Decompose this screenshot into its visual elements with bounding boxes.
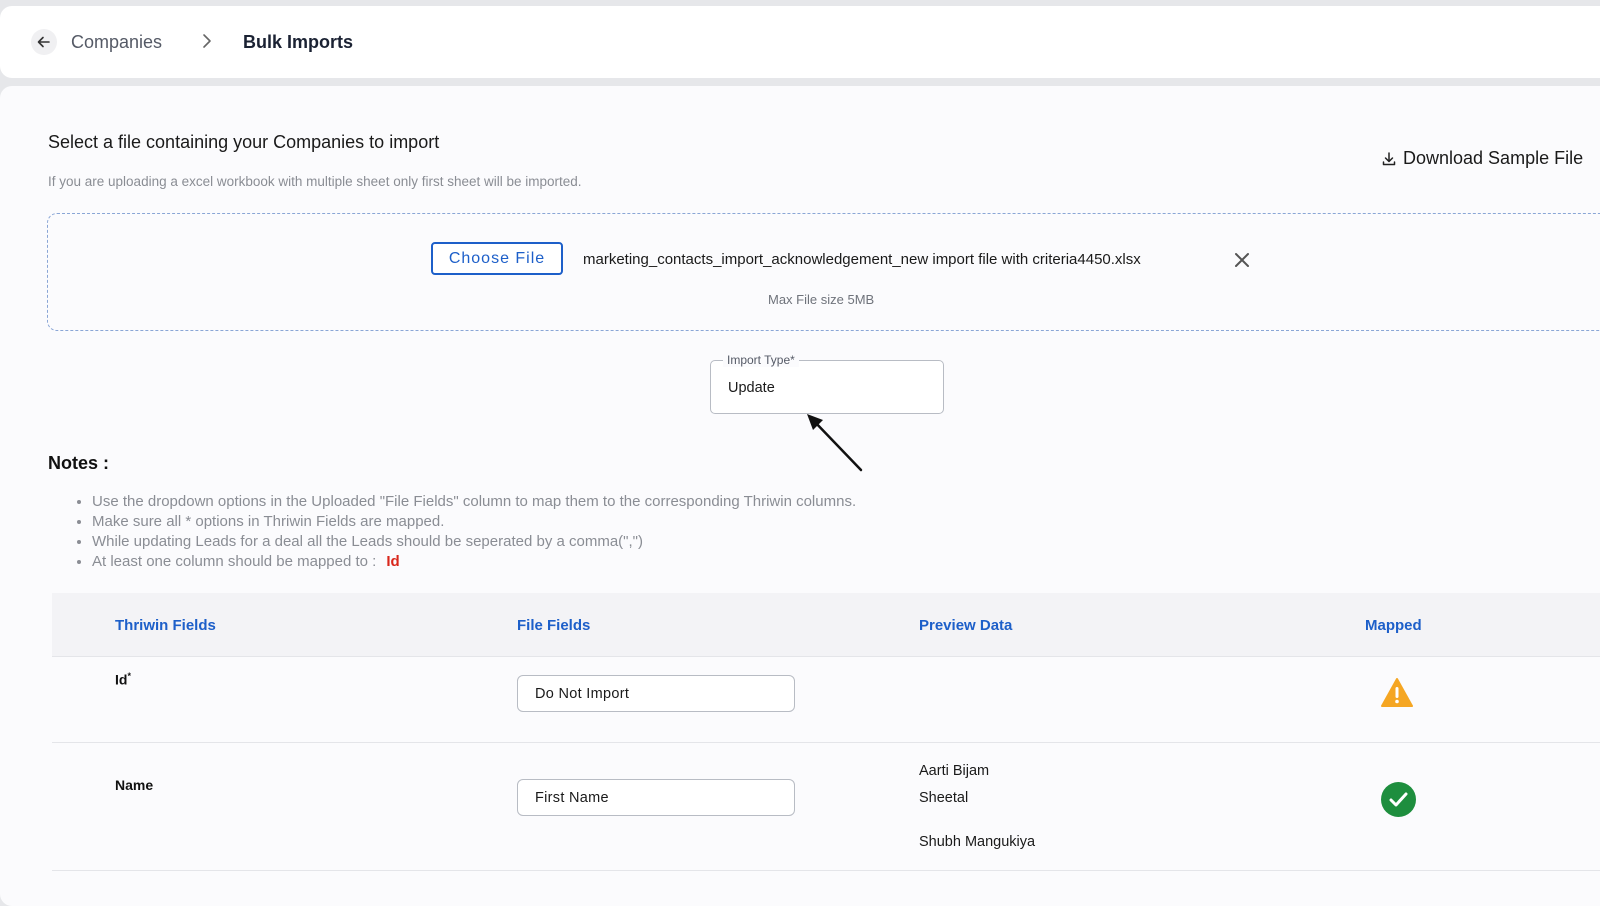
preview-value: Aarti Bijam xyxy=(919,763,990,779)
file-field-select[interactable]: Do Not Import xyxy=(517,675,795,712)
note-item: Use the dropdown options in the Uploaded… xyxy=(92,492,856,512)
back-button[interactable] xyxy=(31,29,57,55)
breadcrumb-current: Bulk Imports xyxy=(243,32,354,52)
warning-icon xyxy=(1381,678,1413,707)
field-name: Name xyxy=(115,777,153,793)
breadcrumb-companies[interactable]: Companies xyxy=(71,32,162,53)
selected-file-name: marketing_contacts_import_acknowledgemen… xyxy=(583,251,1141,268)
table-row: Id* Do Not Import xyxy=(52,657,1600,743)
field-label: Id xyxy=(115,671,128,688)
header-preview-data: Preview Data xyxy=(919,617,1013,634)
import-type-select[interactable]: Import Type* Update xyxy=(710,353,944,414)
note-text: Make sure all * options in Thriwin Field… xyxy=(92,513,445,530)
field-label: Name xyxy=(115,777,154,793)
file-field-value: First Name xyxy=(535,790,609,806)
import-type-value: Update xyxy=(728,380,775,396)
file-field-value: Do Not Import xyxy=(535,686,630,702)
top-bar: Companies Bulk Imports xyxy=(0,6,1600,78)
close-icon[interactable] xyxy=(1233,251,1251,269)
required-field-id: Id xyxy=(386,553,400,570)
pointer-arrow-icon xyxy=(807,414,863,472)
page-title: Select a file containing your Companies … xyxy=(48,132,440,152)
notes-title: Notes : xyxy=(48,453,110,473)
note-item: At least one column should be mapped to … xyxy=(92,552,856,572)
preview-value: Sheetal xyxy=(919,790,969,806)
preview-value: Shubh Mangukiya xyxy=(919,834,1036,850)
import-type-label: Import Type* xyxy=(723,353,799,367)
note-text: While updating Leads for a deal all the … xyxy=(92,533,643,550)
file-dropzone[interactable] xyxy=(47,213,1600,331)
required-mark: * xyxy=(127,671,131,681)
arrow-left-icon xyxy=(37,36,50,48)
note-item: While updating Leads for a deal all the … xyxy=(92,532,856,552)
mapping-table: Thriwin Fields File Fields Preview Data … xyxy=(52,593,1600,893)
notes-list: Use the dropdown options in the Uploaded… xyxy=(76,492,856,572)
download-icon xyxy=(1382,151,1396,165)
check-icon xyxy=(1381,782,1416,817)
header-file-fields: File Fields xyxy=(517,617,591,634)
upload-hint: If you are uploading a excel workbook wi… xyxy=(48,174,582,189)
header-mapped: Mapped xyxy=(1365,617,1422,634)
table-header: Thriwin Fields File Fields Preview Data … xyxy=(52,593,1600,657)
table-row: Name First Name Aarti Bijam Sheetal Shub… xyxy=(52,743,1600,871)
field-name: Id* xyxy=(115,671,131,688)
max-file-size: Max File size 5MB xyxy=(768,292,875,307)
header-thriwin-fields: Thriwin Fields xyxy=(115,617,216,634)
choose-file-button[interactable]: Choose File xyxy=(431,242,563,275)
note-text: At least one column should be mapped to … xyxy=(92,553,377,570)
note-text: Use the dropdown options in the Uploaded… xyxy=(92,493,857,510)
chevron-right-icon xyxy=(203,34,211,48)
download-sample-button[interactable]: Download Sample File xyxy=(1381,148,1583,169)
file-field-select[interactable]: First Name xyxy=(517,779,795,816)
download-sample-label: Download Sample File xyxy=(1403,148,1584,168)
note-item: Make sure all * options in Thriwin Field… xyxy=(92,512,856,532)
